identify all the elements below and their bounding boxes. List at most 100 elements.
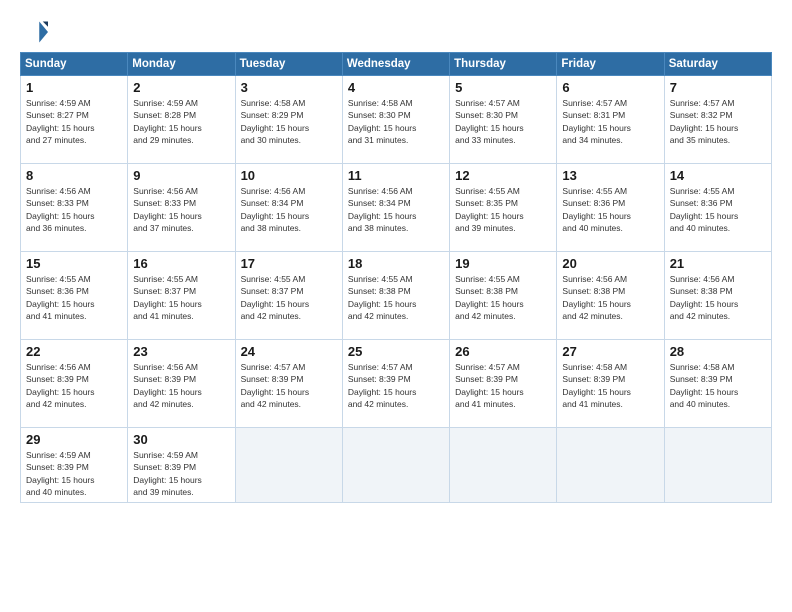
day-number: 11	[348, 168, 444, 183]
day-number: 7	[670, 80, 766, 95]
day-number: 5	[455, 80, 551, 95]
day-number: 4	[348, 80, 444, 95]
calendar-cell: 26 Sunrise: 4:57 AM Sunset: 8:39 PM Dayli…	[450, 340, 557, 428]
weekday-header-row: SundayMondayTuesdayWednesdayThursdayFrid…	[21, 53, 772, 76]
calendar-cell: 22 Sunrise: 4:56 AM Sunset: 8:39 PM Dayli…	[21, 340, 128, 428]
weekday-header-tuesday: Tuesday	[235, 53, 342, 76]
calendar-cell: 25 Sunrise: 4:57 AM Sunset: 8:39 PM Dayli…	[342, 340, 449, 428]
day-info: Sunrise: 4:56 AM Sunset: 8:34 PM Dayligh…	[348, 185, 444, 234]
page-container: SundayMondayTuesdayWednesdayThursdayFrid…	[0, 0, 792, 612]
day-number: 17	[241, 256, 337, 271]
calendar-cell: 8Sunrise: 4:56 AM Sunset: 8:33 PM Daylig…	[21, 164, 128, 252]
day-number: 25	[348, 344, 444, 359]
day-info: Sunrise: 4:58 AM Sunset: 8:29 PM Dayligh…	[241, 97, 337, 146]
calendar-cell: 5Sunrise: 4:57 AM Sunset: 8:30 PM Daylig…	[450, 76, 557, 164]
day-info: Sunrise: 4:58 AM Sunset: 8:30 PM Dayligh…	[348, 97, 444, 146]
day-number: 21	[670, 256, 766, 271]
day-info: Sunrise: 4:56 AM Sunset: 8:38 PM Dayligh…	[562, 273, 658, 322]
calendar-week-1: 1 Sunrise: 4:59 AM Sunset: 8:27 PM Daylig…	[21, 76, 772, 164]
header	[20, 18, 772, 46]
day-info: Sunrise: 4:55 AM Sunset: 8:38 PM Dayligh…	[348, 273, 444, 322]
day-info: Sunrise: 4:57 AM Sunset: 8:39 PM Dayligh…	[348, 361, 444, 410]
day-number: 23	[133, 344, 229, 359]
day-info: Sunrise: 4:55 AM Sunset: 8:37 PM Dayligh…	[241, 273, 337, 322]
calendar-cell	[557, 428, 664, 503]
day-number: 24	[241, 344, 337, 359]
day-number: 13	[562, 168, 658, 183]
calendar-cell: 17 Sunrise: 4:55 AM Sunset: 8:37 PM Dayli…	[235, 252, 342, 340]
calendar-cell: 11 Sunrise: 4:56 AM Sunset: 8:34 PM Dayli…	[342, 164, 449, 252]
calendar-table: SundayMondayTuesdayWednesdayThursdayFrid…	[20, 52, 772, 503]
calendar-cell: 10 Sunrise: 4:56 AM Sunset: 8:34 PM Dayli…	[235, 164, 342, 252]
day-info: Sunrise: 4:55 AM Sunset: 8:36 PM Dayligh…	[670, 185, 766, 234]
calendar-header: SundayMondayTuesdayWednesdayThursdayFrid…	[21, 53, 772, 76]
calendar-cell: 28 Sunrise: 4:58 AM Sunset: 8:39 PM Dayli…	[664, 340, 771, 428]
day-number: 26	[455, 344, 551, 359]
calendar-cell: 9Sunrise: 4:56 AM Sunset: 8:33 PM Daylig…	[128, 164, 235, 252]
day-info: Sunrise: 4:56 AM Sunset: 8:39 PM Dayligh…	[133, 361, 229, 410]
day-info: Sunrise: 4:55 AM Sunset: 8:37 PM Dayligh…	[133, 273, 229, 322]
day-number: 22	[26, 344, 122, 359]
calendar-cell: 4 Sunrise: 4:58 AM Sunset: 8:30 PM Daylig…	[342, 76, 449, 164]
calendar-cell	[450, 428, 557, 503]
weekday-header-friday: Friday	[557, 53, 664, 76]
day-number: 1	[26, 80, 122, 95]
day-number: 12	[455, 168, 551, 183]
day-number: 15	[26, 256, 122, 271]
calendar-body: 1 Sunrise: 4:59 AM Sunset: 8:27 PM Daylig…	[21, 76, 772, 503]
calendar-cell: 30Sunrise: 4:59 AM Sunset: 8:39 PM Dayli…	[128, 428, 235, 503]
calendar-cell: 16 Sunrise: 4:55 AM Sunset: 8:37 PM Dayli…	[128, 252, 235, 340]
day-info: Sunrise: 4:57 AM Sunset: 8:31 PM Dayligh…	[562, 97, 658, 146]
day-info: Sunrise: 4:59 AM Sunset: 8:28 PM Dayligh…	[133, 97, 229, 146]
logo-icon	[20, 18, 48, 46]
calendar-week-4: 22 Sunrise: 4:56 AM Sunset: 8:39 PM Dayli…	[21, 340, 772, 428]
day-number: 20	[562, 256, 658, 271]
calendar-cell: 2 Sunrise: 4:59 AM Sunset: 8:28 PM Daylig…	[128, 76, 235, 164]
calendar-cell: 20 Sunrise: 4:56 AM Sunset: 8:38 PM Dayli…	[557, 252, 664, 340]
weekday-header-monday: Monday	[128, 53, 235, 76]
calendar-cell: 21 Sunrise: 4:56 AM Sunset: 8:38 PM Dayli…	[664, 252, 771, 340]
day-info: Sunrise: 4:58 AM Sunset: 8:39 PM Dayligh…	[562, 361, 658, 410]
calendar-week-5: 29Sunrise: 4:59 AM Sunset: 8:39 PM Dayli…	[21, 428, 772, 503]
day-number: 14	[670, 168, 766, 183]
calendar-cell: 7Sunrise: 4:57 AM Sunset: 8:32 PM Daylig…	[664, 76, 771, 164]
day-info: Sunrise: 4:56 AM Sunset: 8:38 PM Dayligh…	[670, 273, 766, 322]
day-number: 10	[241, 168, 337, 183]
day-info: Sunrise: 4:55 AM Sunset: 8:36 PM Dayligh…	[562, 185, 658, 234]
weekday-header-thursday: Thursday	[450, 53, 557, 76]
day-info: Sunrise: 4:58 AM Sunset: 8:39 PM Dayligh…	[670, 361, 766, 410]
calendar-week-2: 8 Sunrise: 4:56 AM Sunset: 8:33 PM Daylig…	[21, 164, 772, 252]
day-info: Sunrise: 4:59 AM Sunset: 8:39 PM Dayligh…	[26, 449, 122, 498]
calendar-cell: 15 Sunrise: 4:55 AM Sunset: 8:36 PM Dayli…	[21, 252, 128, 340]
calendar-cell: 6 Sunrise: 4:57 AM Sunset: 8:31 PM Daylig…	[557, 76, 664, 164]
day-number: 3	[241, 80, 337, 95]
logo	[20, 18, 52, 46]
calendar-cell: 12 Sunrise: 4:55 AM Sunset: 8:35 PM Dayli…	[450, 164, 557, 252]
calendar-cell: 13 Sunrise: 4:55 AM Sunset: 8:36 PM Dayli…	[557, 164, 664, 252]
calendar-cell: 1 Sunrise: 4:59 AM Sunset: 8:27 PM Daylig…	[21, 76, 128, 164]
day-info: Sunrise: 4:56 AM Sunset: 8:39 PM Dayligh…	[26, 361, 122, 410]
calendar-cell: 24 Sunrise: 4:57 AM Sunset: 8:39 PM Dayli…	[235, 340, 342, 428]
calendar-cell: 3 Sunrise: 4:58 AM Sunset: 8:29 PM Daylig…	[235, 76, 342, 164]
day-info: Sunrise: 4:57 AM Sunset: 8:39 PM Dayligh…	[241, 361, 337, 410]
weekday-header-saturday: Saturday	[664, 53, 771, 76]
day-info: Sunrise: 4:59 AM Sunset: 8:27 PM Dayligh…	[26, 97, 122, 146]
day-number: 6	[562, 80, 658, 95]
day-number: 19	[455, 256, 551, 271]
day-number: 16	[133, 256, 229, 271]
day-info: Sunrise: 4:55 AM Sunset: 8:36 PM Dayligh…	[26, 273, 122, 322]
calendar-cell: 29Sunrise: 4:59 AM Sunset: 8:39 PM Dayli…	[21, 428, 128, 503]
day-info: Sunrise: 4:56 AM Sunset: 8:33 PM Dayligh…	[133, 185, 229, 234]
day-info: Sunrise: 4:59 AM Sunset: 8:39 PM Dayligh…	[133, 449, 229, 498]
day-number: 8	[26, 168, 122, 183]
day-info: Sunrise: 4:57 AM Sunset: 8:39 PM Dayligh…	[455, 361, 551, 410]
day-number: 28	[670, 344, 766, 359]
day-info: Sunrise: 4:55 AM Sunset: 8:38 PM Dayligh…	[455, 273, 551, 322]
calendar-cell: 23 Sunrise: 4:56 AM Sunset: 8:39 PM Dayli…	[128, 340, 235, 428]
calendar-cell	[342, 428, 449, 503]
day-info: Sunrise: 4:56 AM Sunset: 8:34 PM Dayligh…	[241, 185, 337, 234]
day-info: Sunrise: 4:55 AM Sunset: 8:35 PM Dayligh…	[455, 185, 551, 234]
weekday-header-sunday: Sunday	[21, 53, 128, 76]
calendar-cell: 19 Sunrise: 4:55 AM Sunset: 8:38 PM Dayli…	[450, 252, 557, 340]
day-number: 2	[133, 80, 229, 95]
